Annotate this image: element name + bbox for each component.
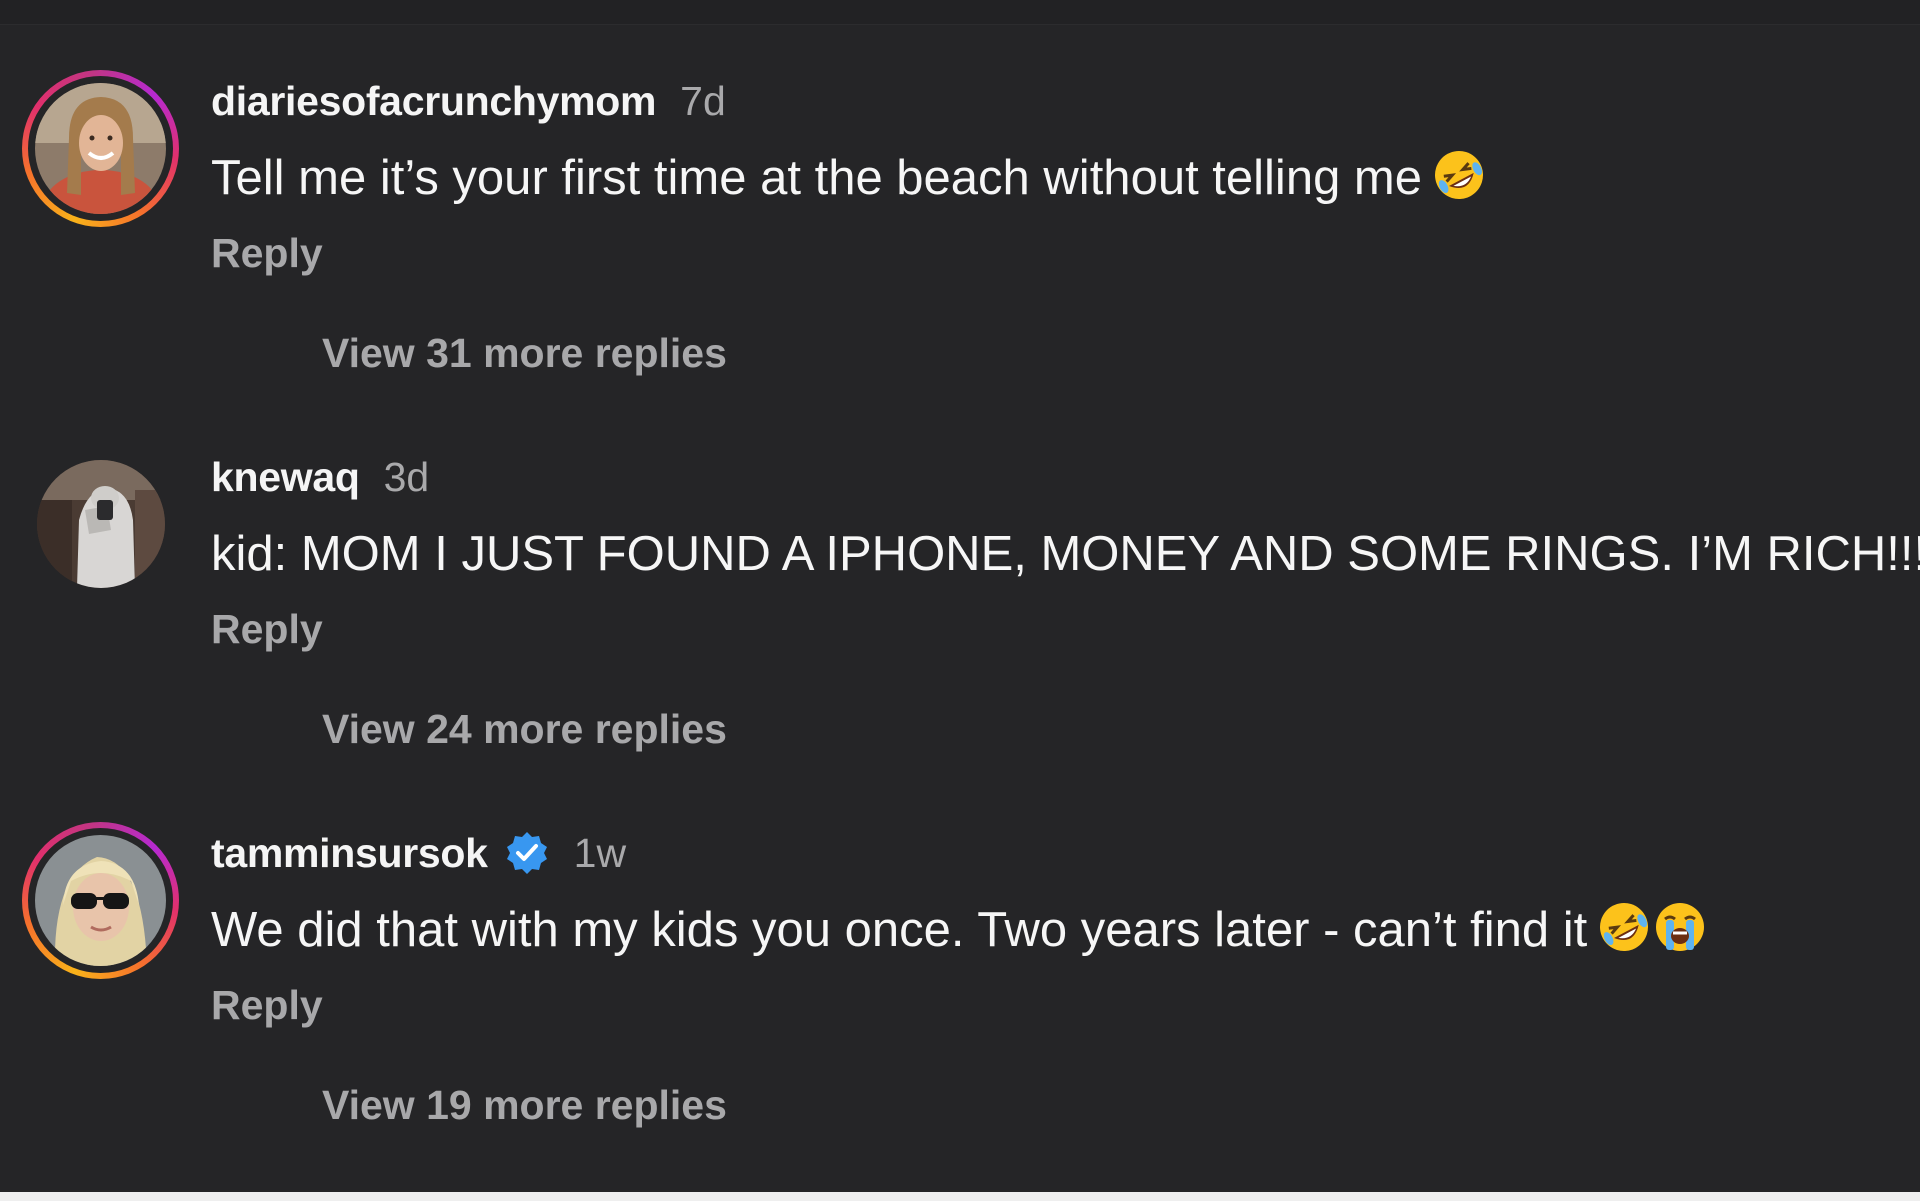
comment-body: kid: MOM I JUST FOUND A IPHONE, MONEY AN… xyxy=(211,527,1920,581)
avatar xyxy=(35,83,166,214)
avatar-story-ring[interactable] xyxy=(22,822,179,979)
reply-button[interactable]: Reply xyxy=(211,982,323,1029)
top-divider xyxy=(0,0,1920,25)
reply-button[interactable]: Reply xyxy=(211,606,323,653)
loudly-crying-emoji xyxy=(1656,903,1705,951)
rolling-on-floor-laughing-emoji xyxy=(1600,903,1649,951)
username[interactable]: tamminsursok xyxy=(211,830,488,877)
avatar-story-ring[interactable] xyxy=(22,70,179,227)
avatar-image xyxy=(35,83,166,214)
comment-header: diariesofacrunchymom 7d xyxy=(211,76,726,126)
timestamp: 3d xyxy=(383,453,430,500)
username[interactable]: knewaq xyxy=(211,454,360,501)
avatar[interactable] xyxy=(37,460,165,588)
avatar-image xyxy=(35,835,166,966)
comment-text: kid: MOM I JUST FOUND A IPHONE, MONEY AN… xyxy=(211,524,1920,584)
comment-body: We did that with my kids you once. Two y… xyxy=(211,903,1588,957)
view-more-replies-button[interactable]: View 24 more replies xyxy=(322,706,727,753)
timestamp: 1w xyxy=(573,829,627,876)
comment-body: Tell me it’s your first time at the beac… xyxy=(211,151,1423,205)
view-more-replies-button[interactable]: View 31 more replies xyxy=(322,330,727,377)
username[interactable]: diariesofacrunchymom xyxy=(211,78,656,125)
comment-header: tamminsursok 1w xyxy=(211,828,626,878)
reply-button[interactable]: Reply xyxy=(211,230,323,277)
timestamp: 7d xyxy=(680,77,726,124)
avatar xyxy=(35,835,166,966)
comment-text: Tell me it’s your first time at the beac… xyxy=(211,148,1486,208)
comment-text: We did that with my kids you once. Two y… xyxy=(211,900,1707,960)
view-more-replies-button[interactable]: View 19 more replies xyxy=(322,1082,727,1129)
rolling-on-floor-laughing-emoji xyxy=(1435,151,1484,199)
comment-header: knewaq 3d xyxy=(211,452,429,502)
verified-badge-icon xyxy=(506,832,547,874)
avatar-image xyxy=(37,460,165,588)
bottom-edge-bar xyxy=(0,1192,1920,1201)
